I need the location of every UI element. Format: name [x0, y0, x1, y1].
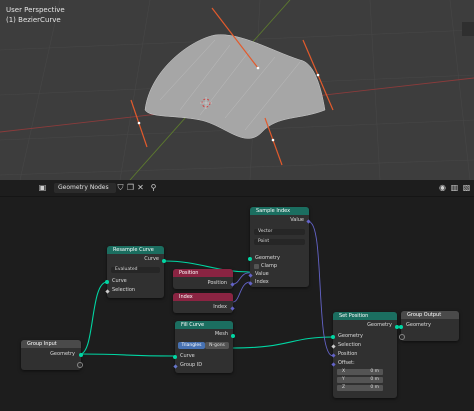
fill-group-id-socket[interactable]	[173, 364, 178, 369]
sample-geometry-label: Geometry	[255, 255, 280, 261]
view-mode-label: User Perspective	[6, 6, 65, 14]
offset-y-field[interactable]: Y 0 m	[337, 377, 383, 383]
fill-title: Fill Curve	[175, 321, 233, 329]
resample-title: Resample Curve	[107, 246, 164, 254]
setpos-position-socket[interactable]	[331, 353, 336, 358]
group-input-geometry-socket[interactable]	[79, 353, 83, 357]
fill-mesh-label: Mesh	[214, 331, 228, 337]
group-input-empty-socket[interactable]	[77, 362, 83, 368]
viewport-side-tab[interactable]	[462, 22, 474, 36]
fill-mesh-socket[interactable]	[231, 334, 235, 338]
fill-curve-in-socket[interactable]	[173, 355, 177, 359]
sample-type-dropdown[interactable]: Vector	[254, 229, 305, 235]
resample-curve-out-socket[interactable]	[162, 259, 166, 263]
index-out-label: Index	[213, 304, 227, 310]
setpos-offset-socket[interactable]	[331, 362, 336, 367]
sample-value-in-label: Value	[255, 271, 269, 277]
setpos-geometry-in-label: Geometry	[338, 333, 363, 339]
offset-x-label: X	[342, 369, 346, 374]
group-input-node[interactable]: Group Input Geometry	[21, 340, 83, 370]
group-input-title: Group Input	[21, 340, 81, 348]
setpos-offset-label: Offset:	[338, 360, 355, 366]
sample-value-out-label: Value	[290, 217, 304, 223]
fill-curve-in-label: Curve	[180, 353, 195, 359]
offset-z-value: 0 m	[370, 385, 379, 390]
offset-z-label: Z	[342, 385, 346, 390]
position-node[interactable]: Position Position	[173, 269, 235, 289]
group-output-empty-socket[interactable]	[399, 334, 405, 340]
node-editor[interactable]: ▣ Geometry Nodes ⛉ ❐ ✕ ⚲ ◉ ▥ ▧ Group Inp…	[0, 180, 474, 411]
index-title: Index	[173, 293, 233, 301]
setpos-selection-socket[interactable]	[331, 344, 336, 349]
resample-selection-socket[interactable]	[105, 289, 110, 294]
group-input-geometry-label: Geometry	[50, 351, 75, 357]
sample-index-in-socket[interactable]	[248, 281, 253, 286]
triangles-button[interactable]: Triangles	[178, 342, 205, 349]
sample-geometry-socket[interactable]	[248, 257, 252, 261]
setpos-geometry-out-label: Geometry	[367, 322, 392, 328]
fill-curve-node[interactable]: Fill Curve Mesh Triangles N-gons Curve G…	[173, 321, 235, 373]
resample-mode-dropdown[interactable]: Evaluated	[111, 267, 160, 273]
setpos-selection-label: Selection	[338, 342, 362, 348]
setpos-geometry-in-socket[interactable]	[331, 335, 335, 339]
sample-value-in-socket[interactable]	[248, 273, 253, 278]
index-node[interactable]: Index Index	[173, 293, 235, 313]
offset-y-value: 0 m	[370, 377, 379, 382]
resample-selection-label: Selection	[112, 287, 136, 293]
position-out-label: Position	[207, 280, 227, 286]
offset-x-value: 0 m	[370, 369, 379, 374]
setpos-title: Set Position	[333, 312, 397, 320]
sample-domain-dropdown[interactable]: Point	[254, 239, 305, 245]
resample-curve-out-label: Curve	[144, 256, 159, 262]
offset-x-field[interactable]: X 0 m	[337, 369, 383, 375]
position-title: Position	[173, 269, 233, 277]
group-output-geometry-label: Geometry	[406, 322, 431, 328]
set-position-node[interactable]: Set Position Geometry Geometry Selection…	[331, 312, 399, 398]
resample-curve-in-socket[interactable]	[105, 280, 109, 284]
viewport-scene	[0, 0, 474, 180]
sample-index-node[interactable]: Sample Index Value Vector Point Geometry…	[248, 207, 311, 287]
fill-group-id-label: Group ID	[180, 362, 203, 368]
offset-y-label: Y	[342, 377, 345, 382]
offset-z-field[interactable]: Z 0 m	[337, 385, 383, 391]
object-name-label: (1) BezierCurve	[6, 16, 61, 24]
resample-curve-in-label: Curve	[112, 278, 127, 284]
clamp-checkbox[interactable]	[254, 264, 259, 269]
clamp-label: Clamp	[261, 263, 277, 269]
node-links	[79, 221, 401, 357]
group-output-title: Group Output	[401, 311, 459, 319]
group-output-node[interactable]: Group Output Geometry	[399, 311, 459, 341]
resample-curve-node[interactable]: Resample Curve Curve Evaluated Curve Sel…	[105, 246, 166, 298]
sample-index-in-label: Index	[255, 279, 269, 285]
sample-title: Sample Index	[250, 207, 309, 215]
3d-viewport[interactable]: User Perspective (1) BezierCurve	[0, 0, 474, 180]
ngons-button[interactable]: N-gons	[205, 342, 229, 349]
group-output-geometry-socket[interactable]	[399, 325, 403, 329]
setpos-position-label: Position	[338, 351, 358, 357]
